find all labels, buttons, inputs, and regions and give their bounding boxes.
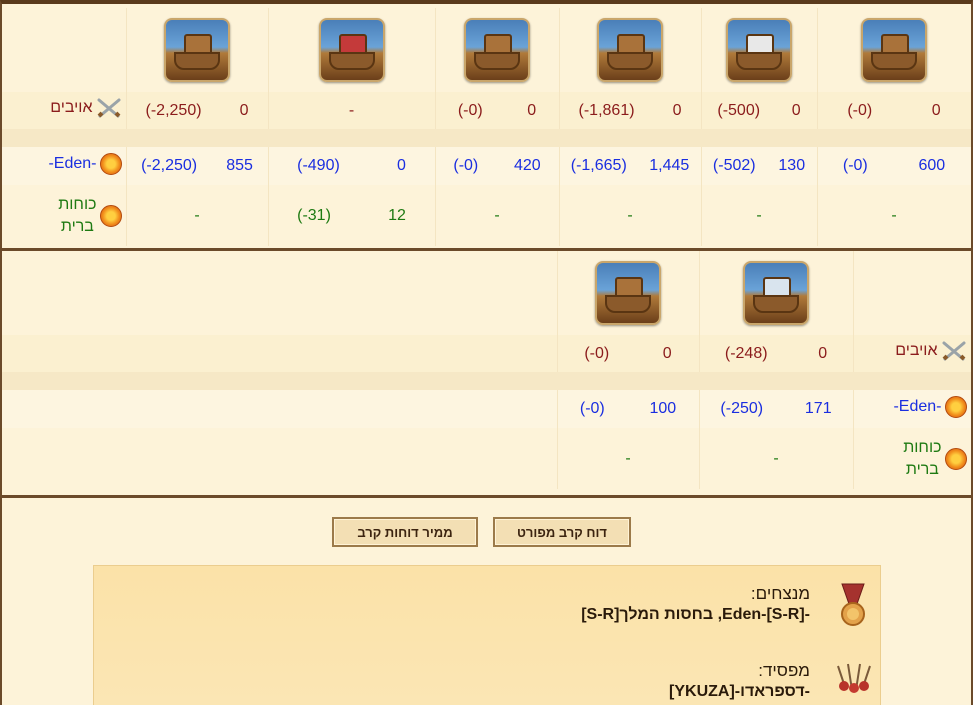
empty-value: - [891,206,897,224]
own-label[interactable]: -Eden- [893,398,941,416]
unit-count: 171 [804,400,832,417]
unit-loss: (0-) [847,101,873,119]
allies-label-line1: כוחות [903,438,942,456]
block-divider [2,495,971,498]
unit-count: 0 [527,101,537,119]
winners-title: מנצחים: [750,584,810,603]
loser-value: -דספראדו-[YKUZA] [669,683,810,700]
unit-loss: (2,250-) [145,101,202,119]
empty-value: - [756,206,762,224]
unit-loss: (0-) [842,157,868,174]
own-label[interactable]: -Eden- [48,155,96,173]
empty-value: - [348,101,355,119]
enemies-label: אויבים [50,99,93,116]
allies-row: - - כוחות ברית [2,428,971,489]
ship-image[interactable] [726,18,792,82]
detailed-report-button[interactable]: דוח קרב מפורט [493,517,631,547]
allies-label-line1: כוחות [58,195,97,213]
top-units-table: אויבים 0 (2,250-) - 0 (0-) 0 (1,861-) 0 (500… [2,8,971,246]
unit-loss: (0-) [584,344,610,362]
unit-count: 12 [388,206,406,224]
unit-icons-row [2,251,971,335]
allies-label-line2: ברית [60,217,94,235]
unit-loss: (0-) [453,157,479,174]
loser-title: מפסיד: [758,661,810,680]
unit-count: 0 [791,101,801,119]
ship-image[interactable] [743,261,809,325]
ship-image[interactable] [595,261,661,325]
player-coin-icon [99,152,122,175]
report-converter-button[interactable]: ממיר דוחות קרב [332,517,478,547]
unit-count: 130 [778,157,806,174]
unit-loss: (1,665-) [570,157,627,174]
allies-label-line2: ברית [905,460,939,478]
ally-coin-icon [99,204,122,227]
ship-image[interactable] [164,18,230,82]
empty-value: - [194,206,200,224]
ship-image[interactable] [861,18,927,82]
ship-image[interactable] [597,18,663,82]
unit-count: 420 [513,157,541,174]
empty-value: - [627,206,633,224]
unit-count: 1,445 [649,157,690,174]
battle-report-frame: אויבים 0 (2,250-) - 0 (0-) 0 (1,861-) 0 (500… [0,0,973,705]
empty-value: - [494,206,500,224]
own-forces-row: -Eden- 855 (2,250-) 0 (490-) 420 (0-) 1,445… [2,147,971,185]
player-coin-icon [944,395,967,418]
unit-count: 0 [818,344,828,362]
unit-count: 0 [397,157,406,174]
unit-loss: (0-) [457,101,483,119]
unit-loss: (31-) [297,206,331,224]
unit-loss: (490-) [297,157,340,174]
unit-loss: (250-) [720,400,764,417]
unit-count: 0 [662,344,672,362]
ship-image[interactable] [318,18,385,82]
empty-value: - [625,449,631,467]
ship-image[interactable] [464,18,530,82]
unit-icons-row [2,8,971,92]
fallen-soldiers-icon [837,663,871,693]
ally-coin-icon [944,447,967,470]
battle-summary-panel: מנצחים: -Eden-[S-R], בחסות המלך[S-R] מפס… [93,565,881,705]
crossed-swords-icon [942,341,965,361]
bottom-units-table: 0 (0-) 0 (248-) אויבים 100 (0-) 171 (250-) -… [2,251,971,489]
unit-loss: (500-) [717,101,761,119]
enemies-row: אויבים 0 (2,250-) - 0 (0-) 0 (1,861-) 0 (500… [2,92,971,129]
enemies-row: 0 (0-) 0 (248-) אויבים [2,335,971,372]
unit-loss: (0-) [579,400,605,417]
unit-count: 0 [239,101,249,119]
medal-icon [841,583,865,626]
unit-count: 600 [918,157,946,174]
winners-value: -Eden-[S-R], בחסות המלך[S-R] [581,606,810,623]
unit-count: 0 [672,101,682,119]
enemies-label: אויבים [895,342,938,359]
unit-loss: (502-) [712,157,756,174]
empty-value: - [773,449,779,467]
unit-loss: (248-) [724,344,768,362]
unit-count: 0 [931,101,941,119]
crossed-swords-icon [97,98,120,118]
unit-loss: (1,861-) [578,101,635,119]
allies-row: כוחות ברית - 12 (31-) - - - - [2,185,971,246]
unit-count: 100 [649,400,677,417]
unit-loss: (2,250-) [141,157,198,174]
own-forces-row: 100 (0-) 171 (250-) -Eden- [2,390,971,428]
unit-count: 855 [226,157,253,174]
